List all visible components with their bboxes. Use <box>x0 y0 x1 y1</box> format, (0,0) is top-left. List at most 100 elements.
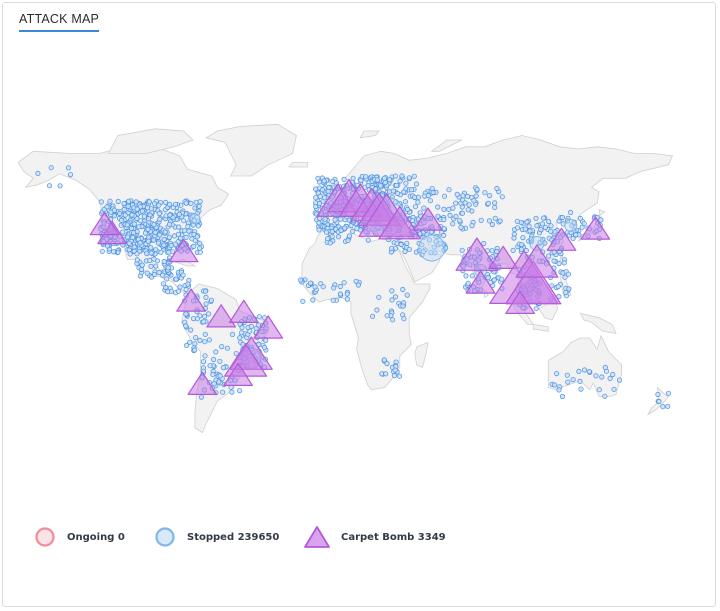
stopped-attack-dot <box>510 247 516 253</box>
stopped-attack-dot <box>148 245 154 251</box>
stopped-attack-dot <box>127 251 133 257</box>
stopped-attack-dot <box>120 229 126 235</box>
stopped-attack-dot <box>354 226 360 232</box>
stopped-attack-dot <box>229 331 236 337</box>
stopped-attack-dot <box>559 214 565 221</box>
world-map[interactable] <box>3 3 717 523</box>
stopped-attack-dot <box>185 281 191 287</box>
stopped-attack-dot <box>321 195 328 201</box>
stopped-attack-dot <box>156 211 162 217</box>
stopped-attack-dot <box>337 283 343 290</box>
stopped-attack-dot <box>489 248 495 254</box>
stopped-attack-dot <box>345 237 351 243</box>
stopped-attack-dot <box>122 212 128 218</box>
stopped-attack-dot <box>446 187 452 193</box>
stopped-attack-dot <box>386 177 393 183</box>
stopped-attack-dot <box>478 217 484 223</box>
stopped-attack-dot <box>211 381 217 387</box>
stopped-attack-dot <box>402 199 408 205</box>
land-layer <box>17 123 673 434</box>
stopped-attack-dot <box>665 403 671 409</box>
stopped-attack-dot <box>195 223 201 229</box>
legend-item-carpet-bomb[interactable]: Carpet Bomb 3349 <box>303 525 446 549</box>
stopped-attack-dot <box>464 193 471 199</box>
stopped-attack-dot <box>46 183 53 189</box>
land-arctic-islands <box>107 128 194 154</box>
land-madagascar <box>414 341 429 368</box>
stopped-attack-dot <box>665 390 672 396</box>
stopped-attack-dot <box>145 226 151 232</box>
stopped-attack-dot <box>491 277 497 283</box>
stopped-attack-dot <box>190 315 197 322</box>
stopped-attack-dot <box>297 277 304 283</box>
carpet-bomb-marker <box>580 216 611 240</box>
stopped-attack-dot <box>261 344 268 350</box>
stopped-attack-dot <box>121 201 127 207</box>
stopped-attack-dot <box>322 216 328 222</box>
stopped-attack-dot <box>401 316 407 322</box>
stopped-attack-dot <box>565 379 571 385</box>
stopped-attack-dot <box>157 216 163 222</box>
stopped-attack-dot <box>335 234 342 240</box>
stopped-attack-dot <box>183 323 189 329</box>
legend-label-carpet-bomb: Carpet Bomb 3349 <box>341 531 446 543</box>
stopped-attack-dot <box>151 256 157 262</box>
stopped-attack-dot <box>398 241 404 248</box>
stopped-attack-dot <box>453 213 459 220</box>
stopped-attack-dot <box>577 215 583 221</box>
stopped-attack-dot <box>327 240 333 246</box>
stopped-attack-dot <box>201 319 207 325</box>
stopped-attack-dot <box>331 285 337 291</box>
stopped-attack-dot <box>369 313 376 319</box>
ongoing-circle-icon <box>35 527 55 547</box>
stopped-attack-dot <box>497 218 503 224</box>
land-greenland <box>205 123 297 177</box>
legend-item-ongoing[interactable]: Ongoing 0 <box>33 525 125 549</box>
stopped-attack-dot <box>435 213 441 219</box>
stopped-attack-dot <box>208 297 214 303</box>
stopped-attack-dot <box>409 218 416 224</box>
stopped-attack-dot <box>161 258 167 265</box>
stopped-attack-dot <box>611 386 617 392</box>
stopped-attack-dot <box>400 286 406 293</box>
stopped-attack-dot <box>389 297 395 303</box>
stopped-attack-dot <box>108 209 114 215</box>
stopped-attack-dot <box>156 202 162 208</box>
stopped-attack-dot <box>346 233 353 239</box>
stopped-attack-dot <box>570 376 576 383</box>
stopped-attack-dot <box>324 236 331 242</box>
stopped-attack-dot <box>188 200 194 206</box>
stopped-attack-dot <box>105 243 111 249</box>
stopped-attack-dot <box>180 272 186 278</box>
stopped-attack-dot <box>332 217 338 223</box>
stopped-attack-dot <box>148 263 154 269</box>
stopped-attack-dot <box>98 199 104 205</box>
stopped-attack-dot <box>210 371 216 377</box>
stopped-attack-dot <box>207 363 213 369</box>
stopped-attack-dot <box>435 204 441 210</box>
stopped-attack-dot <box>136 224 142 230</box>
stopped-attack-dot <box>237 387 243 394</box>
stopped-attack-dot <box>115 198 121 205</box>
stopped-attack-dot <box>602 393 608 399</box>
stopped-attack-dot <box>616 377 623 383</box>
stopped-attack-dot <box>161 242 167 248</box>
stopped-attack-dot <box>131 221 137 227</box>
stopped-attack-dot <box>157 232 163 238</box>
stopped-attack-dot <box>307 280 314 286</box>
stopped-attack-dot <box>35 170 41 176</box>
stopped-attack-dot <box>447 212 453 218</box>
stopped-attack-dot <box>144 270 150 276</box>
stopped-attack-dot <box>474 186 480 192</box>
stopped-attack-dot <box>577 378 583 384</box>
stopped-attack-dot <box>411 173 417 179</box>
stopped-attack-dot <box>412 204 418 210</box>
stopped-attack-dot <box>183 200 189 206</box>
legend-item-stopped[interactable]: Stopped 239650 <box>153 525 279 549</box>
stopped-attack-dot <box>177 284 183 290</box>
stopped-attack-dot <box>533 215 539 221</box>
stopped-attack-dot <box>172 241 178 247</box>
stopped-attack-dot <box>450 221 456 227</box>
stopped-attack-dot <box>492 200 498 206</box>
stopped-attack-dot <box>326 184 332 190</box>
